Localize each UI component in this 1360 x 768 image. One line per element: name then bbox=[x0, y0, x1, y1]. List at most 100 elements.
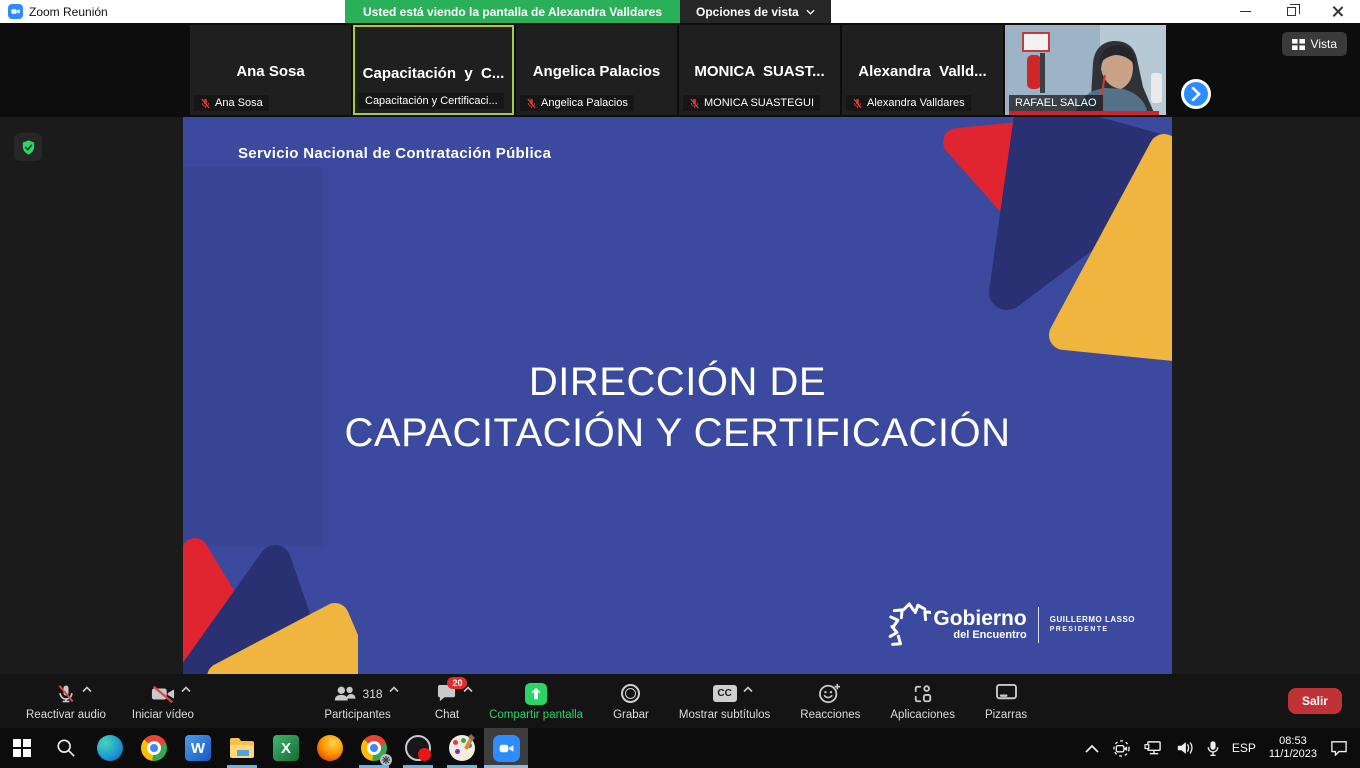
date-display: 11/1/2023 bbox=[1269, 748, 1317, 761]
participant-name: Capacitación y C... bbox=[355, 65, 512, 82]
participant-name-tag: Angelica Palacios bbox=[520, 95, 634, 111]
video-options-chevron[interactable] bbox=[181, 686, 191, 693]
participant-tile-active-speaker[interactable]: Capacitación y C... Capacitación y Certi… bbox=[353, 25, 514, 115]
taskbar-excel[interactable]: X bbox=[264, 728, 308, 768]
share-screen-button[interactable]: Compartir pantalla bbox=[489, 682, 583, 721]
restore-button[interactable] bbox=[1268, 0, 1314, 23]
record-button[interactable]: Grabar bbox=[613, 682, 649, 721]
network-icon[interactable] bbox=[1144, 740, 1163, 756]
participant-name: Ana Sosa bbox=[190, 63, 351, 80]
excel-icon: X bbox=[273, 735, 299, 761]
meeting-security-badge[interactable] bbox=[14, 133, 42, 161]
taskbar-clock[interactable]: 08:53 11/1/2023 bbox=[1269, 735, 1317, 761]
muted-mic-icon bbox=[526, 98, 537, 109]
start-button[interactable] bbox=[0, 728, 44, 768]
apps-button[interactable]: Aplicaciones bbox=[890, 682, 955, 721]
taskbar-obs[interactable] bbox=[396, 728, 440, 768]
whiteboards-label: Pizarras bbox=[985, 709, 1027, 721]
taskbar-paint[interactable] bbox=[440, 728, 484, 768]
muted-mic-icon bbox=[689, 98, 700, 109]
zoom-app-icon bbox=[8, 4, 23, 19]
vista-view-button[interactable]: Vista bbox=[1282, 32, 1347, 56]
minimize-button[interactable] bbox=[1222, 0, 1268, 23]
share-screen-icon bbox=[525, 683, 547, 705]
president-name: GUILLERMO LASSO bbox=[1050, 615, 1135, 625]
reactions-button[interactable]: Reacciones bbox=[800, 682, 860, 721]
language-indicator[interactable]: ESP bbox=[1232, 741, 1256, 755]
start-video-label: Iniciar vídeo bbox=[132, 709, 194, 721]
participants-icon bbox=[333, 685, 357, 703]
windows-logo-icon bbox=[13, 739, 31, 757]
participant-tile[interactable]: Angelica Palacios Angelica Palacios bbox=[516, 25, 677, 115]
taskbar-edge[interactable] bbox=[88, 728, 132, 768]
participant-name-tag: MONICA SUASTEGUI bbox=[683, 95, 820, 111]
action-center-icon[interactable] bbox=[1330, 740, 1348, 756]
app-identity: Zoom Reunión bbox=[0, 4, 108, 19]
whiteboards-button[interactable]: Pizarras bbox=[985, 682, 1027, 721]
captions-button[interactable]: CC Mostrar subtítulos bbox=[679, 682, 770, 721]
participant-tile-video[interactable]: RAFAEL SALAO bbox=[1005, 25, 1166, 115]
starburst-icon bbox=[887, 602, 931, 648]
record-icon bbox=[621, 684, 640, 703]
shield-check-icon bbox=[20, 139, 37, 156]
participant-tile[interactable]: MONICA SUAST... MONICA SUASTEGUI bbox=[679, 25, 840, 115]
screen-recording-indicator-icon[interactable] bbox=[1112, 740, 1131, 757]
grid-view-icon bbox=[1292, 39, 1305, 50]
muted-mic-icon bbox=[200, 98, 211, 109]
zoom-meeting-window: Zoom Reunión Usted está viendo la pantal… bbox=[0, 0, 1360, 768]
taskbar-chrome-app[interactable] bbox=[352, 728, 396, 768]
participant-tile[interactable]: Alexandra Valld... Alexandra Valldares bbox=[842, 25, 1003, 115]
time-display: 08:53 bbox=[1269, 735, 1317, 748]
captions-chevron[interactable] bbox=[743, 686, 753, 693]
view-options-button[interactable]: Opciones de vista bbox=[680, 0, 831, 23]
hidden-icons-chevron[interactable] bbox=[1085, 744, 1099, 753]
participant-name: Alexandra Valld... bbox=[842, 63, 1003, 80]
vista-label: Vista bbox=[1311, 37, 1337, 51]
captions-label: Mostrar subtítulos bbox=[679, 709, 770, 721]
windows-taskbar: W X bbox=[0, 728, 1360, 768]
audio-options-chevron[interactable] bbox=[82, 686, 92, 693]
firefox-icon bbox=[317, 735, 343, 761]
chevron-right-icon bbox=[1191, 87, 1201, 101]
next-participants-button[interactable] bbox=[1181, 79, 1211, 109]
apps-label: Aplicaciones bbox=[890, 709, 955, 721]
close-icon bbox=[1332, 6, 1343, 17]
participant-name-tag: RAFAEL SALAO bbox=[1009, 95, 1103, 111]
word-icon: W bbox=[185, 735, 211, 761]
chrome-app-badge bbox=[380, 754, 392, 766]
gobierno-line1: Gobierno bbox=[933, 609, 1026, 629]
speaker-icon[interactable] bbox=[1176, 740, 1194, 756]
taskbar-zoom-active[interactable] bbox=[484, 728, 528, 768]
taskbar-word[interactable]: W bbox=[176, 728, 220, 768]
edge-icon bbox=[97, 735, 123, 761]
gobierno-line2: del Encuentro bbox=[933, 629, 1026, 641]
close-button[interactable] bbox=[1314, 0, 1360, 23]
chat-label: Chat bbox=[435, 709, 459, 721]
participants-button[interactable]: 318 Participantes bbox=[324, 682, 390, 721]
shared-screen-stage: Servicio Nacional de Contratación Públic… bbox=[0, 117, 1360, 674]
record-label: Grabar bbox=[613, 709, 649, 721]
video-strip: Ana Sosa Ana Sosa Capacitación y C... Ca… bbox=[0, 23, 1360, 117]
president-credit: GUILLERMO LASSO PRESIDENTE bbox=[1050, 615, 1135, 635]
chat-button[interactable]: 20 Chat bbox=[435, 682, 459, 721]
taskbar-chrome[interactable] bbox=[132, 728, 176, 768]
chat-chevron[interactable] bbox=[463, 686, 473, 693]
minimize-icon bbox=[1240, 11, 1251, 13]
apps-icon bbox=[913, 684, 933, 704]
unmute-audio-button[interactable]: Reactivar audio bbox=[26, 682, 106, 721]
president-title: PRESIDENTE bbox=[1050, 625, 1135, 635]
search-button[interactable] bbox=[44, 728, 88, 768]
taskbar-file-explorer[interactable] bbox=[220, 728, 264, 768]
leave-meeting-button[interactable]: Salir bbox=[1288, 688, 1342, 714]
participants-count: 318 bbox=[363, 687, 383, 701]
muted-camera-icon bbox=[151, 684, 175, 704]
zoom-taskbar-icon bbox=[493, 735, 520, 762]
participants-label: Participantes bbox=[324, 709, 390, 721]
microphone-indicator-icon[interactable] bbox=[1207, 740, 1219, 757]
reactions-label: Reacciones bbox=[800, 709, 860, 721]
taskbar-firefox[interactable] bbox=[308, 728, 352, 768]
participants-chevron[interactable] bbox=[389, 686, 399, 693]
participant-tile[interactable]: Ana Sosa Ana Sosa bbox=[190, 25, 351, 115]
presentation-slide: Servicio Nacional de Contratación Públic… bbox=[183, 117, 1172, 674]
start-video-button[interactable]: Iniciar vídeo bbox=[132, 682, 194, 721]
